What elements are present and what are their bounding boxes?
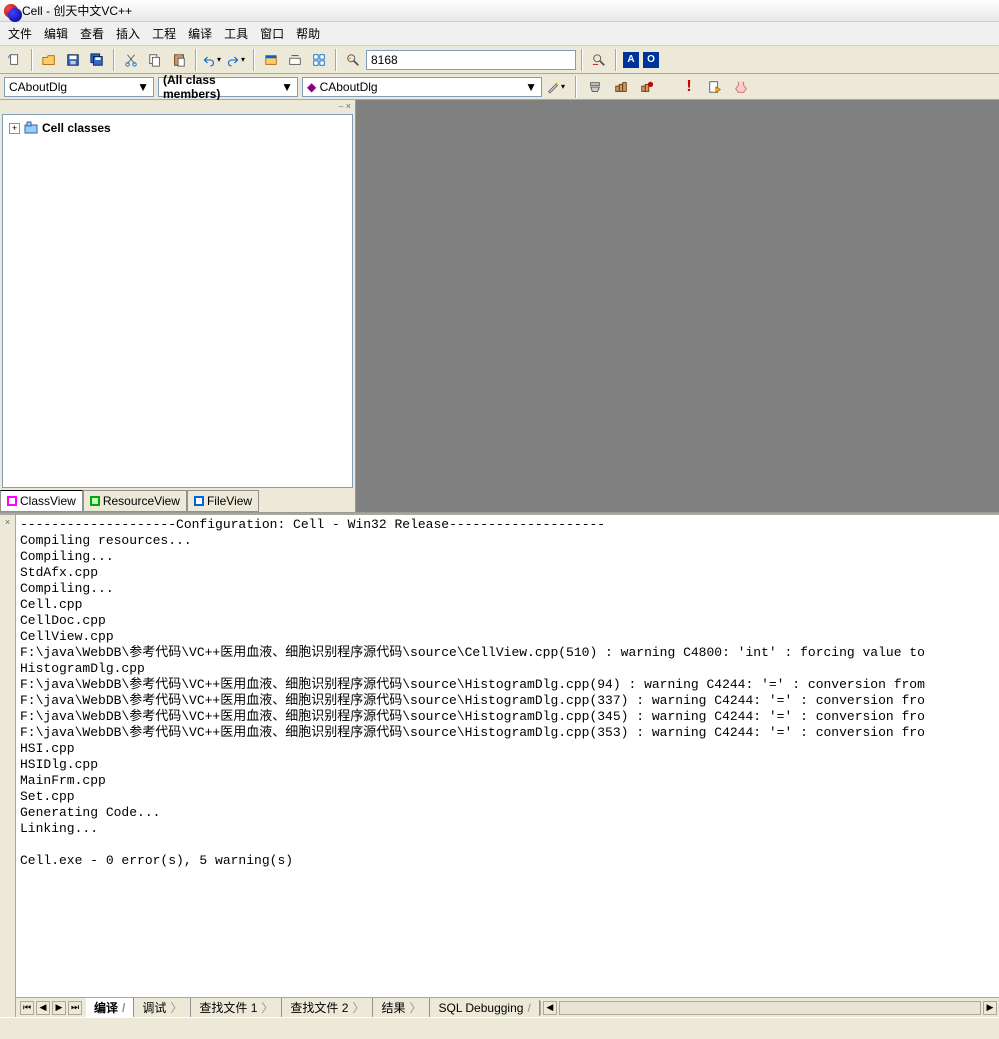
output-icon[interactable] xyxy=(284,49,306,71)
letter-a-icon[interactable]: A xyxy=(623,52,639,68)
breakpoint-icon[interactable] xyxy=(730,76,752,98)
output-hscroll[interactable]: ◀ ▶ xyxy=(540,1001,999,1015)
tab-fileview[interactable]: FileView xyxy=(187,490,259,512)
go-icon[interactable] xyxy=(704,76,726,98)
redo-icon[interactable]: ▾ xyxy=(226,49,248,71)
window-list-icon[interactable] xyxy=(308,49,330,71)
hscroll-left-icon[interactable]: ◀ xyxy=(543,1001,557,1015)
editor-area xyxy=(356,100,999,512)
copy-icon[interactable] xyxy=(144,49,166,71)
classes-icon xyxy=(24,121,38,135)
menu-window[interactable]: 窗口 xyxy=(260,25,284,42)
output-tab-find2[interactable]: 查找文件 2〉 xyxy=(282,998,373,1017)
save-icon[interactable] xyxy=(62,49,84,71)
compile-icon[interactable] xyxy=(584,76,606,98)
main-area: ⎯ × + Cell classes ClassView ResourceVie… xyxy=(0,100,999,513)
expand-icon[interactable]: + xyxy=(9,123,20,134)
menu-build[interactable]: 编译 xyxy=(188,25,212,42)
scroll-first-icon[interactable]: ⏮ xyxy=(20,1001,34,1015)
statusbar xyxy=(0,1017,999,1039)
tab-resourceview[interactable]: ResourceView xyxy=(83,490,187,512)
output-tabs: ⏮ ◀ ▶ ⏭ 编译/ 调试〉 查找文件 1〉 查找文件 2〉 结果〉 SQL … xyxy=(16,997,999,1017)
execute-icon[interactable]: ! xyxy=(678,76,700,98)
save-all-icon[interactable] xyxy=(86,49,108,71)
output-tab-build[interactable]: 编译/ xyxy=(86,998,134,1017)
menu-edit[interactable]: 编辑 xyxy=(44,25,68,42)
menu-view[interactable]: 查看 xyxy=(80,25,104,42)
menubar: 文件 编辑 查看 插入 工程 编译 工具 窗口 帮助 xyxy=(0,22,999,46)
app-icon xyxy=(4,4,18,18)
menu-insert[interactable]: 插入 xyxy=(116,25,140,42)
find-input[interactable] xyxy=(366,50,576,70)
output-text[interactable]: --------------------Configuration: Cell … xyxy=(16,515,999,997)
paste-icon[interactable] xyxy=(168,49,190,71)
open-icon[interactable] xyxy=(38,49,60,71)
output-gutter: × xyxy=(0,515,16,1017)
workspace-tabs: ClassView ResourceView FileView xyxy=(0,490,355,512)
toolbar-wizard: CAboutDlg▼ (All class members)▼ ◆ CAbout… xyxy=(0,74,999,100)
window-title: Cell - 创天中文VC++ xyxy=(22,2,132,19)
tab-classview[interactable]: ClassView xyxy=(0,490,83,512)
close-icon[interactable]: × xyxy=(5,517,10,527)
tree-root-label: Cell classes xyxy=(42,121,111,135)
wizard-action-icon[interactable]: ▾ xyxy=(546,76,568,98)
output-tab-debug[interactable]: 调试〉 xyxy=(134,998,191,1017)
workspace-pane: ⎯ × + Cell classes ClassView ResourceVie… xyxy=(0,100,356,512)
titlebar: Cell - 创天中文VC++ xyxy=(0,0,999,22)
find-in-files-icon[interactable] xyxy=(588,49,610,71)
output-tab-sql[interactable]: SQL Debugging/ xyxy=(430,1000,539,1016)
new-file-icon[interactable] xyxy=(4,49,26,71)
tree-root-row[interactable]: + Cell classes xyxy=(9,121,346,135)
hscroll-right-icon[interactable]: ▶ xyxy=(983,1001,997,1015)
menu-help[interactable]: 帮助 xyxy=(296,25,320,42)
member-combo[interactable]: ◆ CAboutDlg▼ xyxy=(302,77,542,97)
filter-combo[interactable]: (All class members)▼ xyxy=(158,77,298,97)
menu-project[interactable]: 工程 xyxy=(152,25,176,42)
undo-icon[interactable]: ▾ xyxy=(202,49,224,71)
letter-o-icon[interactable]: O xyxy=(643,52,659,68)
output-tab-results[interactable]: 结果〉 xyxy=(373,998,430,1017)
pane-header: ⎯ × xyxy=(0,100,355,112)
output-tab-find1[interactable]: 查找文件 1〉 xyxy=(191,998,282,1017)
toolbar-main: ▾ ▾ A O xyxy=(0,46,999,74)
find-icon[interactable] xyxy=(342,49,364,71)
scroll-next-icon[interactable]: ▶ xyxy=(52,1001,66,1015)
output-pane: × --------------------Configuration: Cel… xyxy=(0,513,999,1017)
build-icon[interactable] xyxy=(610,76,632,98)
menu-tools[interactable]: 工具 xyxy=(224,25,248,42)
scroll-prev-icon[interactable]: ◀ xyxy=(36,1001,50,1015)
menu-file[interactable]: 文件 xyxy=(8,25,32,42)
class-combo[interactable]: CAboutDlg▼ xyxy=(4,77,154,97)
class-tree[interactable]: + Cell classes xyxy=(2,114,353,488)
cut-icon[interactable] xyxy=(120,49,142,71)
scroll-last-icon[interactable]: ⏭ xyxy=(68,1001,82,1015)
workspace-icon[interactable] xyxy=(260,49,282,71)
stop-build-icon[interactable] xyxy=(636,76,658,98)
diamond-icon: ◆ xyxy=(307,80,316,94)
